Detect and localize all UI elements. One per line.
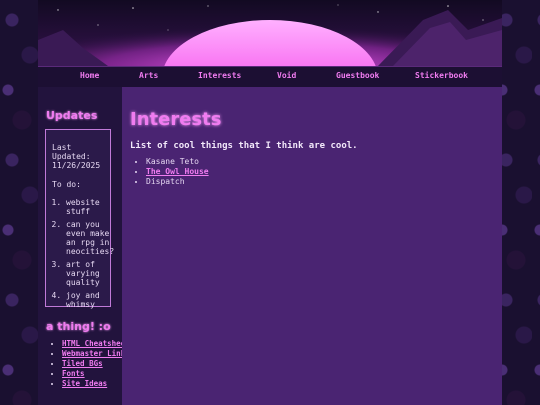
- intro-text: List of cool things that I think are coo…: [130, 141, 358, 151]
- synthwave-sun-image: [38, 0, 502, 66]
- link-html-cheatsheet[interactable]: HTML Cheatsheet: [62, 339, 130, 348]
- link-tiled-bgs[interactable]: Tiled BGs: [62, 359, 103, 368]
- link-webmaster-links[interactable]: Webmaster Links: [62, 349, 130, 358]
- header-banner: [38, 0, 502, 66]
- interests-list: Kasane Teto The Owl House Dispatch: [130, 157, 209, 187]
- link-site-ideas[interactable]: Site Ideas: [62, 379, 107, 388]
- nav-void[interactable]: Void: [277, 71, 296, 80]
- nav-guestbook[interactable]: Guestbook: [336, 71, 379, 80]
- updates-heading: Updates: [46, 109, 98, 122]
- page-title: Interests: [130, 109, 222, 130]
- nav-interests[interactable]: Interests: [198, 71, 241, 80]
- todo-list: website stuff can you even make an rpg i…: [52, 198, 114, 309]
- last-updated-text: Last Updated: 11/26/2025: [52, 143, 101, 170]
- list-item: Dispatch: [146, 177, 209, 187]
- todo-item: website stuff: [66, 198, 110, 216]
- updates-box: Last Updated: 11/26/2025 To do: website …: [45, 129, 114, 309]
- page-container: Home Arts Interests Void Guestbook Stick…: [38, 0, 502, 405]
- todo-item: can you even make an rpg in neocities?: [66, 220, 114, 256]
- nav-stickerbook[interactable]: Stickerbook: [415, 71, 468, 80]
- sidebar: Updates Last Updated: 11/26/2025 To do: …: [38, 87, 130, 405]
- main-content: Interests List of cool things that I thi…: [122, 87, 502, 405]
- todo-item: art of varying quality: [66, 260, 110, 287]
- link-fonts[interactable]: Fonts: [62, 369, 85, 378]
- list-item: Kasane Teto: [146, 157, 209, 167]
- todo-item: joy and whimsy: [66, 291, 110, 309]
- list-item: The Owl House: [146, 167, 209, 177]
- nav-home[interactable]: Home: [80, 71, 99, 80]
- todo-label: To do:: [52, 180, 81, 189]
- link-the-owl-house[interactable]: The Owl House: [146, 167, 209, 176]
- nav-arts[interactable]: Arts: [139, 71, 158, 80]
- top-nav: Home Arts Interests Void Guestbook Stick…: [38, 66, 502, 88]
- links-heading: a thing! :o: [46, 320, 111, 333]
